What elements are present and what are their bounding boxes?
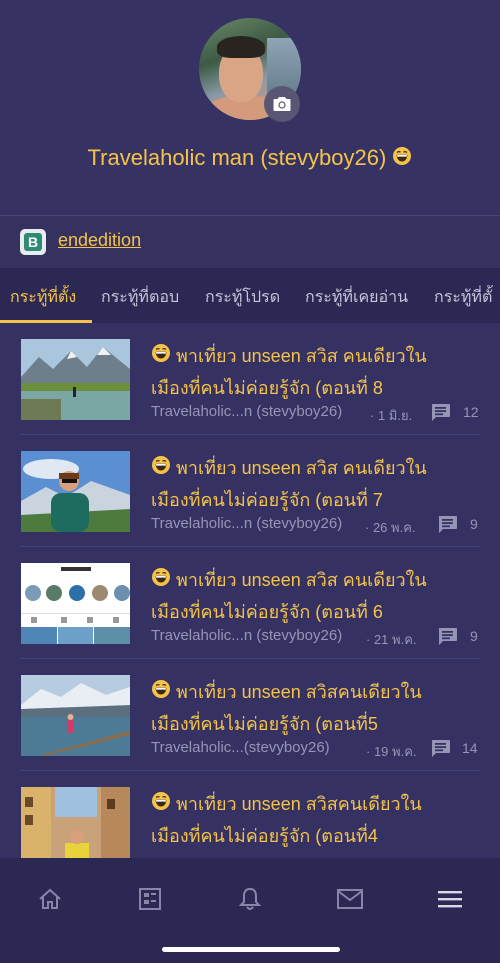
grinning-face-emoji-icon [151,790,171,821]
thread-title-line1: พาเที่ยว unseen สวิส คนเดียวใน [176,346,427,366]
thread-author[interactable]: Travelaholic...n (stevyboy26) [151,403,342,420]
thread-thumbnail [21,563,130,644]
edition-logo-letter: B [24,233,42,251]
tab-more-threads[interactable]: กระทู้ที่ตั้ [434,285,492,310]
edition-row: B endedition [0,216,500,268]
comment-count: 12 [463,404,479,420]
thread-title[interactable]: พาเที่ยว unseen สวิส คนเดียวใน เมืองที่ค… [151,341,486,404]
thread-meta: Travelaholic...n (stevyboy26) · 26 พ.ค. … [151,515,481,537]
thread-date: · 21 พ.ค. [366,632,417,647]
comment-icon [430,739,451,762]
thread-title-line2: เมืองที่คนไม่ค่อยรู้จัก (ตอนที่ 8 [151,377,383,398]
thread-title-line1: พาเที่ยว unseen สวิสคนเดียวใน [176,682,422,702]
grinning-face-emoji-icon [392,146,412,172]
tab-favorite-threads[interactable]: กระทู้โปรด [205,285,280,310]
thread-title-line1: พาเที่ยว unseen สวิส คนเดียวใน [176,458,427,478]
thread-thumbnail [21,451,130,532]
thread-title-line2: เมืองที่คนไม่ค่อยรู้จัก (ตอนที่ 7 [151,489,383,510]
thread-meta: Travelaholic...n (stevyboy26) · 21 พ.ค. … [151,627,481,649]
tab-bar: กระทู้ที่ตั้ง กระทู้ที่ตอบ กระทู้โปรด กร… [0,268,500,323]
profile-name: Travelaholic man (stevyboy26) [0,145,500,172]
profile-display-name: Travelaholic man (stevyboy26) [87,145,387,170]
thread-title-line2: เมืองที่คนไม่ค่อยรู้จัก (ตอนที่ 6 [151,601,383,622]
thread-title-line1: พาเที่ยว unseen สวิส คนเดียวใน [176,570,427,590]
home-icon[interactable] [30,884,70,914]
tab-read-threads[interactable]: กระทู้ที่เคยอ่าน [305,285,408,310]
home-indicator [162,947,340,952]
thread-thumbnail [21,675,130,756]
thread-row[interactable]: พาเที่ยว unseen สวิส คนเดียวใน เมืองที่ค… [0,547,500,659]
tab-created-threads[interactable]: กระทู้ที่ตั้ง [10,285,76,310]
menu-icon[interactable] [430,884,470,914]
thread-author[interactable]: Travelaholic...n (stevyboy26) [151,515,342,532]
edition-logo-icon: B [20,229,46,255]
thread-title[interactable]: พาเที่ยว unseen สวิสคนเดียวใน เมืองที่คน… [151,677,486,740]
edition-link[interactable]: endedition [58,230,141,251]
mail-icon[interactable] [330,884,370,914]
bell-icon[interactable] [230,884,270,914]
thread-row[interactable]: พาเที่ยว unseen สวิส คนเดียวใน เมืองที่ค… [0,323,500,435]
thread-row[interactable]: พาเที่ยว unseen สวิสคนเดียวใน เมืองที่คน… [0,771,500,858]
thread-title-line1: พาเที่ยว unseen สวิสคนเดียวใน [176,794,422,814]
grinning-face-emoji-icon [151,454,171,485]
thread-title[interactable]: พาเที่ยว unseen สวิสคนเดียวใน เมืองที่คน… [151,789,486,852]
comment-count: 14 [462,740,478,756]
thread-date: · 26 พ.ค. [365,520,416,535]
grinning-face-emoji-icon [151,678,171,709]
thread-thumbnail [21,339,130,420]
thread-title-line2: เมืองที่คนไม่ค่อยรู้จัก (ตอนที่5 [151,713,378,734]
grinning-face-emoji-icon [151,342,171,373]
thread-date: · 1 มิ.ย. [370,408,413,423]
thread-author[interactable]: Travelaholic...(stevyboy26) [151,739,330,756]
tab-replied-threads[interactable]: กระทู้ที่ตอบ [101,285,179,310]
profile-header: Travelaholic man (stevyboy26) [0,0,500,215]
camera-icon[interactable] [264,86,300,122]
thread-list: พาเที่ยว unseen สวิส คนเดียวใน เมืองที่ค… [0,323,500,858]
comment-icon [437,515,458,538]
bottom-nav [0,858,500,963]
comment-count: 9 [470,628,478,644]
feed-icon[interactable] [130,884,170,914]
thread-title[interactable]: พาเที่ยว unseen สวิส คนเดียวใน เมืองที่ค… [151,453,486,516]
thread-date: · 19 พ.ค. [366,744,417,759]
thread-row[interactable]: พาเที่ยว unseen สวิส คนเดียวใน เมืองที่ค… [0,435,500,547]
thread-author[interactable]: Travelaholic...n (stevyboy26) [151,627,342,644]
comment-icon [437,627,458,650]
thread-row[interactable]: พาเที่ยว unseen สวิสคนเดียวใน เมืองที่คน… [0,659,500,771]
thread-meta: Travelaholic...(stevyboy26) · 19 พ.ค. 14 [151,739,481,761]
thread-meta: Travelaholic...n (stevyboy26) · 1 มิ.ย. … [151,403,481,425]
thread-title[interactable]: พาเที่ยว unseen สวิส คนเดียวใน เมืองที่ค… [151,565,486,628]
comment-icon [430,403,451,426]
comment-count: 9 [470,516,478,532]
thread-title-line2: เมืองที่คนไม่ค่อยรู้จัก (ตอนที่4 [151,825,378,846]
grinning-face-emoji-icon [151,566,171,597]
thread-thumbnail [21,787,130,858]
